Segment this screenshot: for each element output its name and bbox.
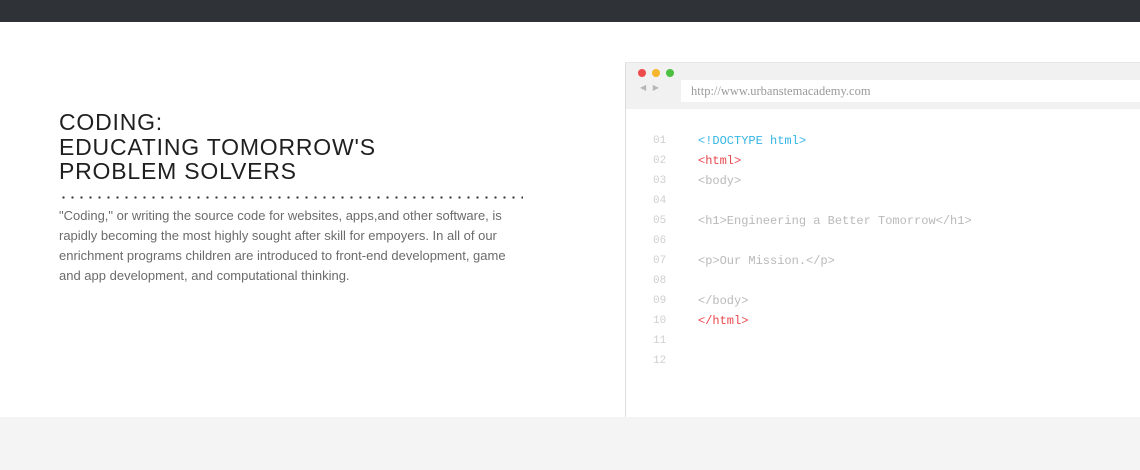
line-number: 07 [653,255,667,267]
code-line: 09 </body> [626,291,1140,311]
browser-mockup: ◀ ▶ http://www.urbanstemacademy.com 01 <… [625,62,1140,417]
line-number: 04 [653,195,667,207]
line-number: 09 [653,295,667,307]
line-number: 12 [653,355,667,367]
code-line: 06 [626,231,1140,251]
headline-line-1: CODING: [59,109,163,135]
code-line: 05 <h1>Engineering a Better Tomorrow</h1… [626,211,1140,231]
code-line: 01 <!DOCTYPE html> [626,131,1140,151]
code-line: 02 <html> [626,151,1140,171]
code-line: 07 <p>Our Mission.</p> [626,251,1140,271]
back-forward-arrows-icon: ◀ ▶ [640,83,661,92]
headline-line-2: EDUCATING TOMORROW'S [59,133,376,160]
code-text: <body> [698,174,742,188]
code-editor: 01 <!DOCTYPE html> 02 <html> 03 <body> 0… [626,131,1140,371]
headline-line-3: PROBLEM SOLVERS [59,158,297,184]
line-number: 10 [653,315,667,327]
code-text: <!DOCTYPE html> [698,134,807,148]
code-line: 04 [626,191,1140,211]
code-line: 03 <body> [626,171,1140,191]
code-line: 08 [626,271,1140,291]
code-text: <html> [698,154,742,168]
line-number: 11 [653,335,667,347]
line-number: 06 [653,235,667,247]
footer-band [0,417,1140,470]
line-number: 02 [653,155,667,167]
section-description: "Coding," or writing the source code for… [59,208,506,283]
minimize-window-dot-icon [652,69,660,77]
code-text: <p>Our Mission.</p> [698,254,835,268]
address-bar: http://www.urbanstemacademy.com [681,80,1140,102]
code-line: 10 </html> [626,311,1140,331]
code-text: <h1>Engineering a Better Tomorrow</h1> [698,214,972,228]
line-number: 05 [653,215,667,227]
code-line: 12 [626,351,1140,371]
line-number: 08 [653,275,667,287]
top-navigation-bar [0,0,1140,22]
dotted-divider [59,196,523,199]
code-text: </html> [698,314,749,328]
code-text: </body> [698,294,749,308]
maximize-window-dot-icon [666,69,674,77]
section-headline: CODING: EDUCATING TOMORROW'S PROBLEM SOL… [59,110,529,184]
code-line: 11 [626,331,1140,351]
browser-chrome: ◀ ▶ http://www.urbanstemacademy.com [626,63,1140,109]
close-window-dot-icon [638,69,646,77]
line-number: 01 [653,135,667,147]
line-number: 03 [653,175,667,187]
